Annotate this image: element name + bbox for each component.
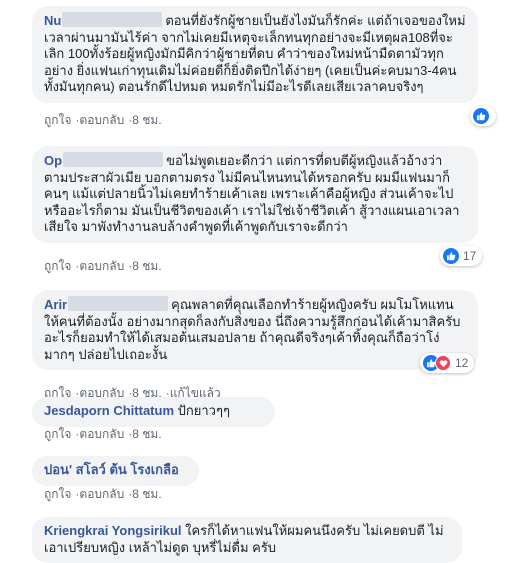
reaction-summary[interactable]: 17	[440, 246, 483, 266]
comment-actions: ถูกใจ ·ตอบกลับ ·8 ชม.	[44, 487, 162, 501]
comment-author[interactable]: Arir	[44, 297, 67, 312]
comment-time[interactable]: 8 ชม.	[132, 487, 161, 501]
like-link[interactable]: ถูกใจ	[44, 487, 71, 501]
comment-actions: ถูกใจ ·ตอบกลับ ·8 ชม.	[44, 427, 162, 441]
love-reaction-icon	[435, 355, 451, 371]
reaction-summary[interactable]: 12	[420, 353, 475, 373]
comment-author[interactable]: ปอน' สโลว์ ต้น โรงเกลือ	[44, 462, 179, 477]
comment-time[interactable]: 8 ชม.	[132, 113, 161, 127]
comment-author[interactable]: Op	[44, 153, 62, 168]
comment-time[interactable]: 8 ชม.	[132, 427, 161, 441]
comment-time[interactable]: 8 ชม.	[132, 259, 161, 273]
comment-text: ปักยาวๆๆ	[177, 403, 230, 418]
comment-bubble: Op ขอไม่พูดเยอะดีกว่า แต่การที่ดบตีผู้หญิ…	[32, 146, 478, 243]
comment-actions: ถูกใจ ·ตอบกลับ ·8 ชม.	[44, 259, 162, 273]
comment-author[interactable]: Jesdaporn Chittatum	[44, 403, 174, 418]
reply-link[interactable]: ตอบกลับ	[79, 427, 124, 441]
redacted-name	[68, 296, 169, 311]
comment-author[interactable]: Nu	[44, 13, 61, 28]
comment-bubble: ปอน' สโลว์ ต้น โรงเกลือ	[32, 456, 199, 486]
reaction-count: 17	[463, 249, 477, 263]
like-reaction-icon	[473, 108, 489, 124]
like-link[interactable]: ถูกใจ	[44, 427, 71, 441]
comment-bubble: Kriengkrai Yongsirikul ใครก็ได้หาแฟนให้ผ…	[32, 517, 462, 563]
like-link[interactable]: ถูกใจ	[44, 113, 71, 127]
reaction-summary[interactable]	[470, 106, 496, 126]
comment-bubble: Arir คุณพลาดที่คุณเลือกทำร้ายผู้หญิงครับ …	[32, 290, 478, 370]
comment-bubble: Nu ตอนที่ยังรักผู้ชายเป็นยังไงมันก็รักค่ะ…	[32, 6, 478, 103]
comment-actions: ถูกใจ ·ตอบกลับ ·8 ชม.	[44, 113, 162, 127]
comment-bubble: Jesdaporn Chittatum ปักยาวๆๆ	[32, 397, 275, 427]
redacted-name	[62, 12, 163, 27]
reply-link[interactable]: ตอบกลับ	[79, 487, 124, 501]
like-link[interactable]: ถูกใจ	[44, 259, 71, 273]
reply-link[interactable]: ตอบกลับ	[79, 259, 124, 273]
redacted-name	[63, 152, 164, 167]
reply-link[interactable]: ตอบกลับ	[79, 113, 124, 127]
reaction-count: 12	[455, 356, 469, 370]
like-reaction-icon	[443, 248, 459, 264]
comment-author[interactable]: Kriengkrai Yongsirikul	[44, 523, 182, 538]
